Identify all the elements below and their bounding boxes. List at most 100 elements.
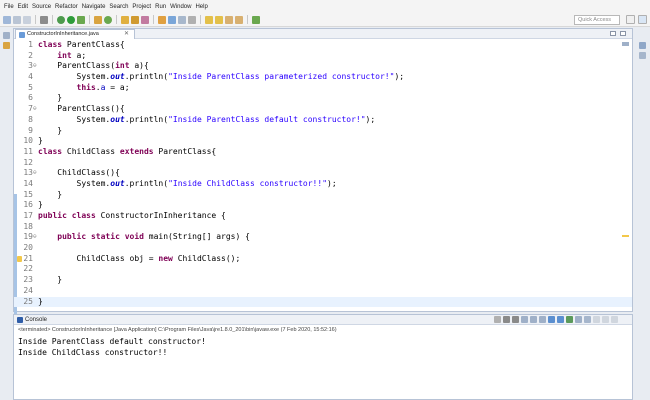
package-explorer-icon[interactable] xyxy=(3,42,10,49)
debug-icon[interactable] xyxy=(57,15,65,24)
fold-icon[interactable]: ⊖ xyxy=(33,104,37,115)
scroll-lock-icon[interactable] xyxy=(530,316,537,323)
skip-breakpoints-icon[interactable] xyxy=(40,15,48,24)
line-number: 7 xyxy=(28,104,33,114)
line-number: 23 xyxy=(23,275,33,285)
tab-constructor-in-inheritance[interactable]: ConstructorInInheritance.java ✕ xyxy=(15,29,135,39)
open-type-icon[interactable] xyxy=(121,15,129,24)
new-file-icon[interactable] xyxy=(3,15,11,24)
next-annotation-icon[interactable] xyxy=(205,15,213,24)
line-number: 10 xyxy=(23,136,33,146)
fold-icon[interactable]: ⊖ xyxy=(33,61,37,72)
remove-launch-icon[interactable] xyxy=(503,316,510,323)
outline-icon[interactable] xyxy=(639,42,646,49)
run-icon[interactable] xyxy=(67,15,75,24)
keyword: public class xyxy=(38,211,96,220)
menu-source[interactable]: Source xyxy=(30,4,53,10)
main-toolbar: Quick Access xyxy=(0,13,650,27)
open-folder-icon[interactable] xyxy=(131,15,139,24)
code-text: ); xyxy=(365,114,376,124)
maximize-icon[interactable] xyxy=(611,316,618,323)
pin-console-icon[interactable] xyxy=(566,316,573,323)
line-number: 12 xyxy=(23,157,33,167)
menu-navigate[interactable]: Navigate xyxy=(80,4,108,10)
show-on-output-icon[interactable] xyxy=(548,316,555,323)
toolbar-separator xyxy=(247,15,248,24)
code-text: ParentClass( xyxy=(57,61,116,71)
clear-console-icon[interactable] xyxy=(521,316,528,323)
line-number: 16 xyxy=(23,200,33,210)
minimize-icon[interactable] xyxy=(610,31,616,36)
show-on-error-icon[interactable] xyxy=(557,316,564,323)
warning-marker[interactable] xyxy=(622,235,629,237)
overview-marker[interactable] xyxy=(622,42,629,46)
close-icon[interactable]: ✕ xyxy=(124,30,129,39)
keyword: new xyxy=(158,253,173,263)
code-text: System. xyxy=(76,72,111,82)
save-icon[interactable] xyxy=(13,15,21,24)
new-java-project-icon[interactable] xyxy=(94,15,102,24)
code-line: 15 } xyxy=(14,190,632,201)
maximize-icon[interactable] xyxy=(620,31,626,36)
menu-help[interactable]: Help xyxy=(193,4,209,10)
menu-run[interactable]: Run xyxy=(153,4,168,10)
static-field: out xyxy=(110,178,125,188)
back-icon[interactable] xyxy=(225,15,233,24)
search-icon[interactable] xyxy=(141,15,149,24)
code-text: .println( xyxy=(124,72,169,82)
quick-access-field[interactable]: Quick Access xyxy=(574,15,620,25)
save-all-icon[interactable] xyxy=(23,15,31,24)
string-literal: "Inside ChildClass constructor!!" xyxy=(168,178,328,188)
keyword: extends xyxy=(119,146,154,156)
remove-all-icon[interactable] xyxy=(512,316,519,323)
code-text: } xyxy=(57,189,63,199)
menu-edit[interactable]: Edit xyxy=(16,4,30,10)
toggle-mark-icon[interactable] xyxy=(168,15,176,24)
whitespace-icon[interactable] xyxy=(188,15,196,24)
forward-icon[interactable] xyxy=(235,15,243,24)
overview-ruler[interactable] xyxy=(620,40,631,311)
code-text: .println( xyxy=(124,178,169,188)
menu-project[interactable]: Project xyxy=(130,4,153,10)
block-select-icon[interactable] xyxy=(178,15,186,24)
terminate-icon[interactable] xyxy=(494,316,501,323)
code-line: 8 System.out.println("Inside ParentClass… xyxy=(14,115,632,126)
toolbar-separator xyxy=(153,15,154,24)
display-console-icon[interactable] xyxy=(575,316,582,323)
menu-refactor[interactable]: Refactor xyxy=(53,4,80,10)
code-line: 18 xyxy=(14,222,632,233)
code-line: 7 ⊖ ParentClass(){ xyxy=(14,104,632,115)
code-text: ChildClass(){ xyxy=(57,168,120,178)
menu-file[interactable]: File xyxy=(2,4,16,10)
coverage-icon[interactable] xyxy=(77,15,85,24)
menu-window[interactable]: Window xyxy=(168,4,193,10)
open-perspective-icon[interactable] xyxy=(626,15,635,24)
annotation-icon[interactable] xyxy=(158,15,166,24)
new-class-icon[interactable] xyxy=(104,15,112,24)
java-perspective-icon[interactable] xyxy=(638,15,647,24)
code-line: 6 } xyxy=(14,93,632,104)
task-list-icon[interactable] xyxy=(639,52,646,59)
pin-editor-icon[interactable] xyxy=(252,15,260,24)
toolbar-separator xyxy=(52,15,53,24)
restore-icon[interactable] xyxy=(3,32,10,39)
view-menu-icon[interactable] xyxy=(593,316,600,323)
static-field: out xyxy=(110,114,125,124)
fold-icon[interactable]: ⊖ xyxy=(33,232,37,243)
code-text: = a; xyxy=(105,82,130,92)
word-wrap-icon[interactable] xyxy=(539,316,546,323)
tab-console[interactable]: Console xyxy=(16,316,47,325)
menu-search[interactable]: Search xyxy=(107,4,130,10)
code-text: } xyxy=(57,125,63,135)
console-output-line: Inside ParentClass default constructor! xyxy=(18,337,206,346)
code-text: ConstructorInInheritance { xyxy=(95,211,226,220)
previous-annotation-icon[interactable] xyxy=(215,15,223,24)
code-area[interactable]: 1 class ParentClass{ 2 int a; 3 ⊖ ParentCl… xyxy=(14,40,632,308)
code-line: 12 xyxy=(14,158,632,169)
toolbar-separator xyxy=(116,15,117,24)
minimize-icon[interactable] xyxy=(602,316,609,323)
fold-icon[interactable]: ⊖ xyxy=(33,168,37,179)
left-trim xyxy=(0,28,13,400)
code-text: ); xyxy=(394,72,405,82)
open-console-icon[interactable] xyxy=(584,316,591,323)
